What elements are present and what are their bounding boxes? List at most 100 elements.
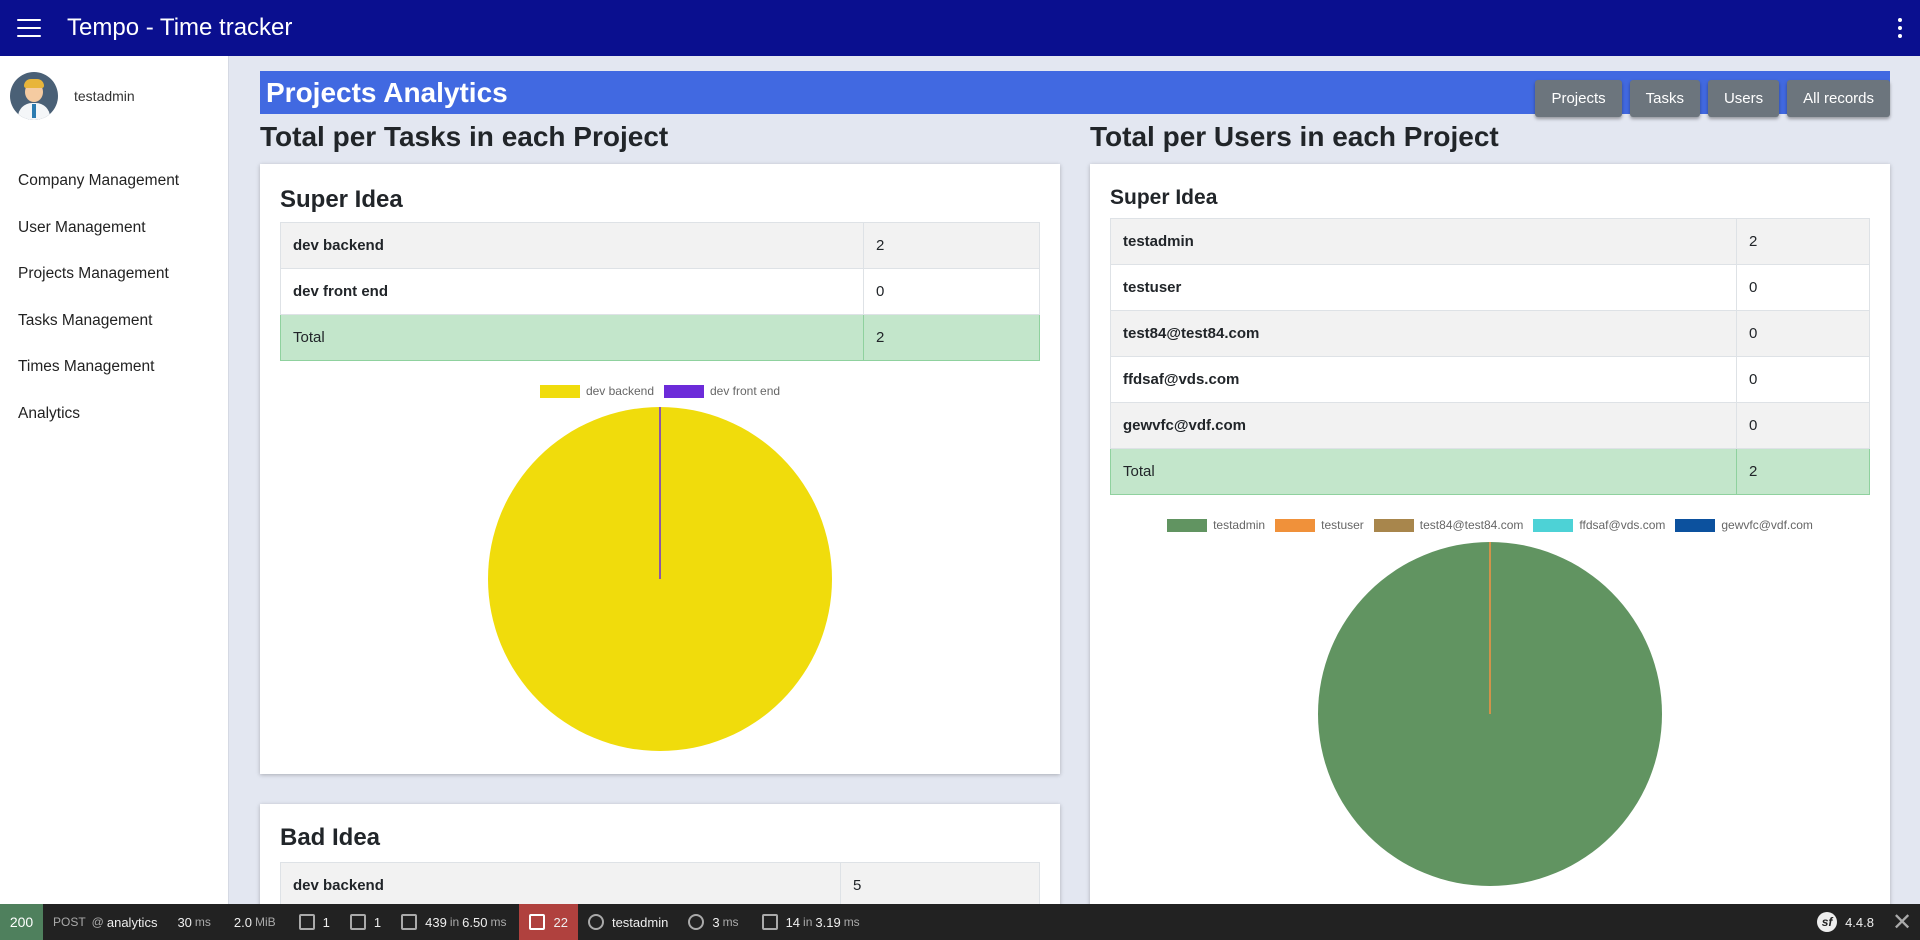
table-row: testuser 0 [1110, 264, 1870, 311]
all-records-button[interactable]: All records [1787, 80, 1890, 117]
sidebar-item-analytics[interactable]: Analytics [0, 391, 228, 438]
memory-info[interactable]: 2.0 MiB [224, 904, 289, 940]
legend-label: gewvfc@vdf.com [1721, 518, 1813, 532]
request-info[interactable]: POST @ analytics [43, 904, 167, 940]
status-badge[interactable]: 200 [0, 904, 43, 940]
tasks-button[interactable]: Tasks [1629, 80, 1700, 117]
chart-legend: testadmin testuser test84@test84.com ffd… [1090, 518, 1890, 532]
symfony-version[interactable]: sf 4.4.8 [1807, 904, 1884, 940]
validator-info[interactable]: 1 [289, 904, 340, 940]
app-bar: Tempo - Time tracker [0, 0, 1920, 56]
hamburger-menu-icon[interactable] [17, 19, 41, 37]
project-title: Super Idea [280, 186, 403, 213]
legend-swatch [1675, 518, 1716, 532]
table-row: dev backend 2 [280, 222, 1040, 269]
total-label: Total [1110, 448, 1737, 495]
row-value: 0 [1736, 264, 1870, 311]
legend-swatch [664, 384, 704, 398]
cache-count: 439 [425, 914, 447, 930]
tasks-pie-chart [488, 407, 832, 751]
toolbar-user: testadmin [611, 914, 669, 930]
project-title: Bad Idea [280, 824, 381, 851]
time-info[interactable]: 30 ms [167, 904, 223, 940]
total-value: 2 [1736, 448, 1870, 495]
total-value: 2 [863, 314, 1040, 361]
page-header: Projects Analytics Projects Tasks Users … [260, 71, 1890, 117]
projects-button[interactable]: Projects [1535, 80, 1622, 117]
memory-unit: MiB [254, 915, 276, 929]
table-row: dev front end 0 [280, 268, 1040, 315]
translation-count: 22 [553, 914, 568, 930]
total-row: Total 2 [1110, 448, 1870, 495]
cache-in: in [449, 915, 460, 929]
time-unit: ms [194, 915, 211, 929]
legend-item[interactable]: gewvfc@vdf.com [1675, 518, 1813, 532]
db-unit: ms [843, 915, 860, 929]
memory-value: 2.0 [233, 914, 252, 930]
sidebar-item-user-management[interactable]: User Management [0, 205, 228, 252]
database-icon [761, 914, 778, 930]
cache-unit: ms [490, 915, 507, 929]
project-title: Super Idea [1110, 186, 1218, 209]
user-avatar [10, 72, 58, 120]
twig-time: 3 [712, 914, 720, 930]
chart-legend: dev backend dev front end [260, 384, 1060, 398]
twig-info[interactable]: 3 ms [678, 904, 751, 940]
tasks-table: dev backend 2 dev front end 0 Total 2 [280, 222, 1040, 361]
legend-item[interactable]: test84@test84.com [1373, 518, 1523, 532]
forms-info[interactable]: 1 [340, 904, 391, 940]
users-pie-chart [1318, 542, 1662, 886]
cache-info[interactable]: 439 in 6.50 ms [391, 904, 519, 940]
sidebar-item-tasks-management[interactable]: Tasks Management [0, 298, 228, 345]
row-value: 2 [863, 222, 1040, 269]
table-row: ffdsaf@vds.com 0 [1110, 356, 1870, 403]
db-info[interactable]: 14 in 3.19 ms [752, 904, 873, 940]
users-button[interactable]: Users [1707, 80, 1780, 117]
sidebar-nav: Company Management User Management Proje… [0, 158, 228, 437]
checkbox-icon [298, 914, 315, 930]
row-value: 0 [1736, 402, 1870, 449]
legend-item[interactable]: testuser [1275, 518, 1364, 532]
legend-item[interactable]: dev backend [539, 384, 654, 398]
tasks-project-card: Super Idea dev backend 2 dev front end 0… [260, 164, 1060, 774]
row-value: 0 [1736, 356, 1870, 403]
time-value: 30 [177, 914, 192, 930]
users-project-card: Super Idea testadmin 2 testuser 0 test84… [1090, 164, 1890, 924]
table-row: gewvfc@vdf.com 0 [1110, 402, 1870, 449]
clipboard-icon [349, 914, 366, 930]
sidebar-item-projects-management[interactable]: Projects Management [0, 251, 228, 298]
legend-item[interactable]: dev front end [664, 384, 780, 398]
table-row: dev backend 5 [280, 862, 1040, 909]
legend-label: ffdsaf@vds.com [1579, 518, 1666, 532]
forms-count: 1 [373, 914, 382, 930]
user-box: testadmin [0, 56, 228, 136]
row-label: testadmin [1110, 218, 1737, 265]
row-label: ffdsaf@vds.com [1110, 356, 1737, 403]
db-in: in [803, 915, 813, 929]
sidebar-item-times-management[interactable]: Times Management [0, 344, 228, 391]
legend-label: testuser [1321, 518, 1364, 532]
legend-item[interactable]: ffdsaf@vds.com [1533, 518, 1665, 532]
user-info[interactable]: testadmin [578, 904, 678, 940]
legend-swatch [1275, 518, 1316, 532]
close-icon[interactable]: ✕ [1884, 904, 1920, 940]
row-label: dev backend [280, 862, 841, 909]
debug-toolbar: 200 POST @ analytics 30 ms 2.0 MiB 1 1 4… [0, 904, 1920, 940]
user-icon [587, 914, 604, 930]
kebab-menu-icon[interactable] [1898, 18, 1902, 38]
app-title: Tempo - Time tracker [67, 14, 293, 41]
table-row: test84@test84.com 0 [1110, 310, 1870, 357]
legend-label: testadmin [1213, 518, 1266, 532]
row-label: test84@test84.com [1110, 310, 1737, 357]
twig-icon [688, 914, 705, 930]
legend-item[interactable]: testadmin [1167, 518, 1265, 532]
sidebar-item-company-management[interactable]: Company Management [0, 158, 228, 205]
version-number: 4.4.8 [1845, 914, 1874, 930]
tasks-table: dev backend 5 [280, 862, 1040, 909]
row-value: 2 [1736, 218, 1870, 265]
translation-info[interactable]: 22 [519, 904, 578, 940]
users-table: testadmin 2 testuser 0 test84@test84.com… [1110, 218, 1870, 495]
request-route: analytics [106, 914, 158, 930]
request-at: @ [91, 915, 104, 929]
row-label: dev backend [280, 222, 864, 269]
